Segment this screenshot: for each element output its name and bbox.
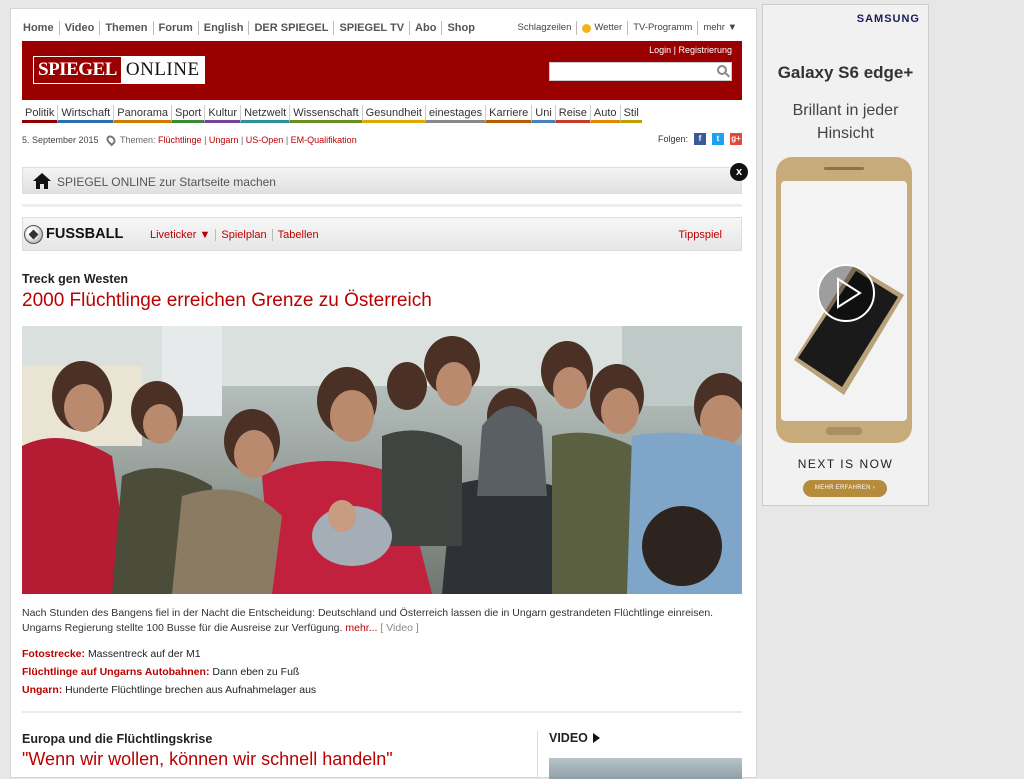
- google-plus-icon[interactable]: g+: [730, 133, 742, 145]
- category-link[interactable]: Politik: [22, 105, 58, 123]
- football-icon: [24, 225, 43, 244]
- category-link[interactable]: Stil: [619, 105, 642, 123]
- top-nav-link[interactable]: Shop: [441, 21, 480, 35]
- top-nav-right: Schlagzeilen Wetter TV-Programm mehr ▼: [513, 21, 743, 35]
- lead-teaser: Nach Stunden des Bangens fiel in der Nac…: [22, 607, 714, 634]
- related-links: Fotostrecke: Massentreck auf der M1 Flüc…: [22, 645, 316, 699]
- tv-programm-link[interactable]: TV-Programm: [627, 21, 697, 35]
- ad-claim: NEXT IS NOW: [797, 457, 894, 471]
- lead-photo[interactable]: [22, 326, 742, 594]
- ad-cta-button[interactable]: MEHR ERFAHREN ›: [803, 480, 887, 497]
- category-link[interactable]: Uni: [531, 105, 555, 123]
- set-homepage-label: SPIEGEL ONLINE zur Startseite machen: [57, 175, 276, 189]
- theme-link[interactable]: EM-Qualifikation: [291, 135, 357, 145]
- top-nav-link[interactable]: Forum: [152, 21, 198, 35]
- category-link[interactable]: einestages: [424, 105, 486, 123]
- divider: [22, 204, 742, 207]
- top-nav-link[interactable]: English: [197, 21, 249, 35]
- spiegel-online-logo[interactable]: SPIEGEL ONLINE: [33, 56, 205, 84]
- top-nav-link[interactable]: Themen: [99, 21, 152, 35]
- play-arrow-icon: [592, 733, 600, 743]
- mehr-dropdown[interactable]: mehr ▼: [697, 21, 742, 35]
- page-container: Home Video Themen Forum English DER SPIEGEL SP…: [10, 8, 757, 779]
- category-navigation: Politik Wirtschaft Panorama Sport Kultur Netz…: [22, 105, 742, 127]
- tabellen-link[interactable]: Tabellen: [271, 229, 324, 241]
- category-link[interactable]: Sport: [171, 105, 205, 123]
- top-nav-link[interactable]: Abo: [409, 21, 441, 35]
- divider: [22, 711, 742, 713]
- site-header: SPIEGEL ONLINE Login | Registrierung: [22, 41, 742, 100]
- column-divider: [537, 731, 538, 779]
- twitter-icon[interactable]: t: [712, 133, 724, 145]
- related-item[interactable]: Ungarn: Hunderte Flüchtlinge brechen aus…: [22, 681, 316, 699]
- category-link[interactable]: Reise: [554, 105, 590, 123]
- themes-bar: Themen: Flüchtlinge | Ungarn | US-Open |…: [104, 133, 357, 147]
- set-homepage-bar[interactable]: SPIEGEL ONLINE zur Startseite machen: [22, 167, 742, 194]
- sun-icon: [582, 23, 592, 33]
- category-link[interactable]: Auto: [589, 105, 620, 123]
- category-link[interactable]: Wissenschaft: [289, 105, 362, 123]
- refugees-photo: [22, 326, 742, 594]
- home-icon: [33, 173, 51, 189]
- wetter-link[interactable]: Wetter: [576, 21, 627, 35]
- top-nav-link[interactable]: SPIEGEL TV: [333, 21, 409, 35]
- lead-headline[interactable]: 2000 Flüchtlinge erreichen Grenze zu Öst…: [22, 290, 432, 312]
- category-link[interactable]: Kultur: [204, 105, 241, 123]
- theme-link[interactable]: Ungarn: [209, 135, 239, 145]
- related-item[interactable]: Fotostrecke: Massentreck auf der M1: [22, 645, 316, 663]
- video-box-title[interactable]: VIDEO: [549, 731, 600, 745]
- search-icon[interactable]: [717, 65, 727, 75]
- theme-link[interactable]: US-Open: [246, 135, 284, 145]
- current-date: 5. September 2015: [22, 135, 99, 145]
- search-input[interactable]: [549, 62, 732, 81]
- category-link[interactable]: Karriere: [485, 105, 532, 123]
- pin-icon: [104, 133, 118, 147]
- liveticker-link[interactable]: Liveticker ▼: [150, 229, 215, 241]
- ad-tagline: Brillant in jeder Hinsicht: [792, 102, 899, 142]
- auth-links: Login | Registrierung: [649, 45, 732, 55]
- ad-model: Galaxy S6 edge+: [777, 63, 914, 82]
- phone-image: [776, 157, 912, 443]
- samsung-ad[interactable]: SAMSUNG Galaxy S6 edge+ Brillant in jede…: [762, 4, 929, 506]
- lead-kicker[interactable]: Treck gen Westen: [22, 272, 128, 286]
- register-link[interactable]: Registrierung: [678, 45, 732, 55]
- video-link[interactable]: [ Video ]: [380, 622, 418, 634]
- theme-link[interactable]: Flüchtlinge: [158, 135, 202, 145]
- category-link[interactable]: Gesundheit: [361, 105, 425, 123]
- top-navigation: Home Video Themen Forum English DER SPIEGEL SP…: [23, 21, 742, 37]
- logo-spiegel: SPIEGEL: [34, 57, 122, 83]
- category-link[interactable]: Panorama: [113, 105, 172, 123]
- follow-bar: Folgen: f t g+: [657, 133, 742, 145]
- schlagzeilen-link[interactable]: Schlagzeilen: [513, 21, 577, 35]
- dateline: 5. September 2015 Themen: Flüchtlinge | …: [22, 133, 742, 151]
- category-link[interactable]: Wirtschaft: [57, 105, 114, 123]
- login-link[interactable]: Login: [649, 45, 671, 55]
- fussball-title[interactable]: FUSSBALL: [46, 226, 123, 242]
- more-link[interactable]: mehr...: [345, 622, 377, 634]
- second-kicker[interactable]: Europa und die Flüchtlingskrise: [22, 732, 212, 746]
- facebook-icon[interactable]: f: [694, 133, 706, 145]
- logo-online: ONLINE: [121, 57, 204, 83]
- tippspiel-link[interactable]: Tippspiel: [678, 229, 722, 241]
- top-nav-links: Home Video Themen Forum English DER SPIEGEL SP…: [23, 21, 480, 35]
- related-item[interactable]: Flüchtlinge auf Ungarns Autobahnen: Dann…: [22, 663, 316, 681]
- close-icon[interactable]: x: [730, 163, 748, 181]
- category-link[interactable]: Netzwelt: [240, 105, 290, 123]
- ad-brand: SAMSUNG: [856, 13, 920, 25]
- top-nav-link[interactable]: DER SPIEGEL: [248, 21, 333, 35]
- video-thumbnail[interactable]: [549, 758, 742, 779]
- second-headline[interactable]: "Wenn wir wollen, können wir schnell han…: [22, 749, 393, 770]
- fussball-links: Liveticker ▼ Spielplan Tabellen: [150, 229, 324, 241]
- fussball-bar: FUSSBALL Liveticker ▼ Spielplan Tabellen…: [22, 217, 742, 251]
- spielplan-link[interactable]: Spielplan: [215, 229, 271, 241]
- top-nav-link[interactable]: Home: [23, 21, 59, 35]
- top-nav-link[interactable]: Video: [58, 21, 100, 35]
